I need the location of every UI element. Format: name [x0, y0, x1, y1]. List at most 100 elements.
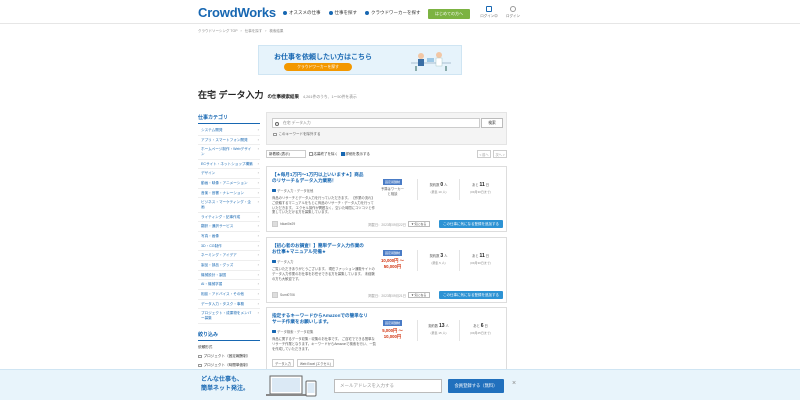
nav-recommended[interactable]: オススメの仕事	[283, 10, 321, 16]
site-header: CrowdWorks オススメの仕事 仕事を探す クラウドワーカーを探す はじめ…	[0, 0, 800, 24]
job-card[interactable]: 指定するキーワードからAmazonでの簡単なリサーチ作業をお願いします。 データ…	[266, 307, 507, 377]
exclude-checkbox[interactable]	[273, 132, 277, 137]
apply-button[interactable]: この仕事に気になる登録を追加する	[439, 220, 503, 228]
contract-type-badge: 固定報酬制	[382, 320, 402, 326]
sidebar: 仕事カテゴリ システム開発アプリ・スマートフォン開発ホームページ制作・Webデザ…	[198, 114, 260, 386]
favorite-button[interactable]: ♥ 気になる	[408, 221, 430, 227]
page-title: 在宅 データ入力 の仕事検索結果 4,261件のうち、1～50件を表示	[198, 88, 357, 101]
search-icon	[328, 11, 333, 15]
breadcrumb-top[interactable]: クラウドソーシング TOP	[198, 29, 238, 34]
sidebar-category-item[interactable]: 機械設計・製図	[198, 271, 260, 281]
filter-option[interactable]: プロジェクト（時間単価制）	[198, 363, 260, 368]
posted-date: 掲載日：2023年09月21日	[368, 293, 406, 298]
pin-icon	[283, 11, 287, 15]
breadcrumb-current: 検索結果	[269, 29, 284, 33]
office-illustration	[411, 52, 451, 71]
filter-subheading: 依頼形式	[198, 344, 213, 349]
user-icon	[510, 6, 516, 12]
job-title[interactable]: 指定するキーワードからAmazonでの簡単なリサーチ作業をお願いします。	[272, 313, 368, 325]
skill-tag[interactable]: Web Excel (エクセル)	[296, 359, 334, 367]
hide-closed-checkbox[interactable]	[309, 152, 313, 156]
search-button[interactable]: 検索	[481, 118, 503, 128]
client-banner[interactable]: お仕事を依頼したい方はこちら クラウドワーカーを探す	[258, 45, 462, 75]
nav-find-workers[interactable]: クラウドワーカーを探す	[365, 10, 421, 16]
first-time-button[interactable]: はじめての方へ	[428, 9, 470, 19]
sidebar-category-item[interactable]: アプリ・スマートフォン開発	[198, 136, 260, 146]
sidebar-category-item[interactable]: プロジェクト・成果物をメンバー募集	[198, 309, 260, 324]
sidebar-category-item[interactable]: ネーミング・アイデア	[198, 251, 260, 262]
filter-option[interactable]: プロジェクト（固定報酬制）	[198, 354, 260, 359]
show-details-option[interactable]: 詳細を表示する	[341, 152, 370, 157]
sidebar-category-item[interactable]: 3D・CG制作	[198, 242, 260, 252]
skill-tags: データ入力 Web Excel (エクセル)	[272, 359, 334, 367]
sidebar-category-item[interactable]: デザイン	[198, 169, 260, 180]
favorite-button[interactable]: ♥ 気になる	[408, 292, 430, 298]
search-result-label: の仕事検索結果	[267, 94, 300, 99]
header-nav: オススメの仕事 仕事を探す クラウドワーカーを探す	[283, 10, 421, 16]
document-icon	[486, 6, 492, 12]
apply-button[interactable]: この仕事に気になる登録を追加する	[439, 291, 503, 299]
next-page-button[interactable]: 次へ >	[493, 150, 507, 158]
crowdworks-logo[interactable]: CrowdWorks	[198, 5, 276, 20]
contract-type-badge: 固定報酬制	[382, 179, 402, 185]
exclude-keyword-option[interactable]: このキーワードを除外する	[273, 132, 321, 137]
show-details-checkbox[interactable]	[341, 152, 345, 156]
job-category: データ入力・データ化他	[272, 188, 313, 193]
search-input[interactable]: 在宅 データ入力	[272, 118, 480, 128]
email-input[interactable]: メールアドレスを入力する	[334, 379, 442, 393]
sidebar-category-item[interactable]: ECサイト・ネットショップ構築	[198, 160, 260, 170]
sidebar-category-item[interactable]: ライティング・記事作成	[198, 213, 260, 223]
sidebar-category-item[interactable]: ビジネス・マーケティング・企画	[198, 198, 260, 213]
skill-tag[interactable]: データ入力	[272, 359, 294, 367]
member-menu[interactable]: ログイン中	[478, 6, 500, 19]
people-icon	[365, 11, 369, 15]
search-query-title: 在宅 データ入力	[198, 90, 264, 100]
login-menu[interactable]: ログイン	[502, 6, 524, 19]
client-name[interactable]: hikari0e29	[280, 222, 295, 226]
devices-illustration	[266, 375, 317, 397]
folder-icon	[272, 189, 276, 192]
job-stats: 契約数 3 人 (募集 5 人) あと 11 日 (09月30日まで)	[417, 250, 501, 271]
job-title[interactable]: 【★毎月1万円〜1万円以上いいます★】商品のリサーチ＆データ入力業務！	[272, 172, 368, 184]
client-info: hikari0e29 掲載日：2023年09月22日	[272, 221, 406, 227]
job-title[interactable]: 【初心者のお調査！】簡単データ入力作業のお仕事★マニュアル完備★	[272, 243, 368, 255]
heart-icon: ♥	[411, 222, 414, 226]
breadcrumb-jobs[interactable]: 仕事を探す	[245, 29, 263, 34]
avatar[interactable]	[272, 221, 278, 227]
search-icon	[275, 121, 279, 126]
search-panel: 在宅 データ入力 検索 このキーワードを除外する	[266, 112, 507, 145]
hide-closed-option[interactable]: 応募終了を除く	[309, 152, 338, 157]
find-workers-button[interactable]: クラウドワーカーを探す	[284, 63, 352, 71]
sidebar-category-item[interactable]: システム開発	[198, 126, 260, 136]
category-heading: 仕事カテゴリ	[198, 114, 260, 124]
sidebar-category-item[interactable]: 相談・アドバイス・その他	[198, 290, 260, 300]
category-list: システム開発アプリ・スマートフォン開発ホームページ制作・WebデザインECサイト…	[198, 126, 260, 324]
days-remaining: あと 6 日 (09月25日まで)	[459, 320, 501, 341]
folder-icon	[272, 330, 276, 333]
avatar[interactable]	[272, 292, 278, 298]
sidebar-category-item[interactable]: 写真・画像	[198, 232, 260, 242]
job-description: ご覧いただきありがとうございます。 現在ファッション通販サイトのデータ入力作業の…	[272, 267, 375, 281]
job-card[interactable]: 【★毎月1万円〜1万円以上いいます★】商品のリサーチ＆データ入力業務！ データ入…	[266, 166, 507, 232]
sidebar-category-item[interactable]: 製品・部品・グッズ	[198, 261, 260, 271]
register-button[interactable]: 会員登録する（無料）	[448, 379, 504, 393]
days-remaining: あと 11 日 (09月30日まで)	[459, 179, 501, 200]
sidebar-category-item[interactable]: 音楽・音響・ナレーション	[198, 189, 260, 199]
client-name[interactable]: Sumi0706	[280, 293, 295, 297]
job-stats: 契約数 0 人 (募集 10 人) あと 11 日 (09月30日まで)	[417, 179, 501, 200]
prev-page-button[interactable]: < 前へ	[477, 150, 491, 158]
sidebar-category-item[interactable]: ホームページ制作・Webデザイン	[198, 145, 260, 160]
sidebar-category-item[interactable]: 翻訳・通訳サービス	[198, 222, 260, 233]
sidebar-category-item[interactable]: AI・機械学習	[198, 280, 260, 291]
close-icon[interactable]: ×	[512, 380, 516, 387]
job-price: 固定報酬制 予算はワーカー と相談	[380, 179, 405, 196]
job-card[interactable]: 【初心者のお調査！】簡単データ入力作業のお仕事★マニュアル完備★ データ入力 ご…	[266, 237, 507, 303]
sidebar-category-item[interactable]: 動画・映像・アニメーション	[198, 179, 260, 189]
contract-count: 契約数 13 人 (募集 15 人)	[417, 320, 459, 341]
filter-checkbox[interactable]	[198, 354, 202, 359]
sort-select[interactable]: 新着順 (表示)	[266, 150, 306, 158]
filter-checkbox[interactable]	[198, 363, 202, 368]
contract-count: 契約数 3 人 (募集 5 人)	[417, 250, 459, 271]
nav-find-jobs[interactable]: 仕事を探す	[328, 10, 357, 16]
sidebar-category-item[interactable]: データ入力・タスク・事務	[198, 300, 260, 310]
